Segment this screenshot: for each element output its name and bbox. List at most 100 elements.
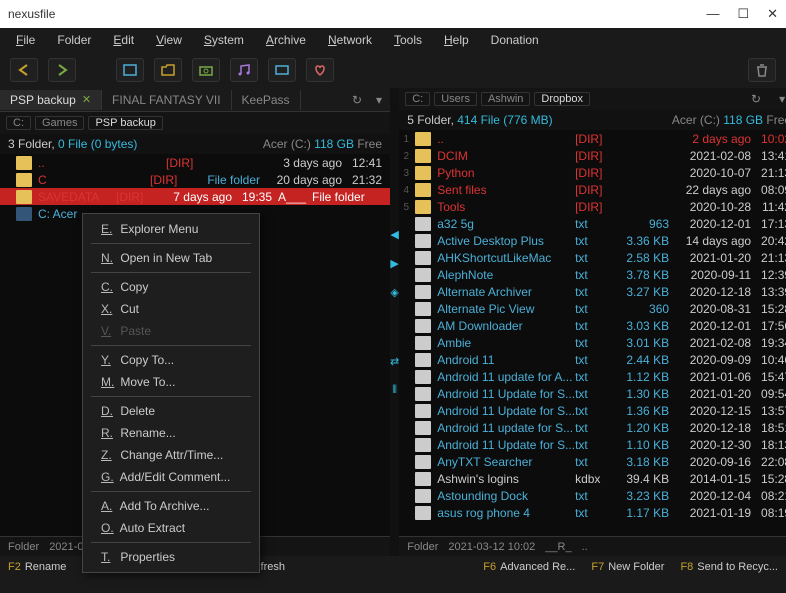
file-count: 0 File (0 bytes) xyxy=(58,137,137,151)
ctx-properties[interactable]: T. Properties xyxy=(83,546,259,568)
sync-left-icon[interactable]: ◀ xyxy=(390,228,398,241)
file-row[interactable]: asus rog phone 4txt1.17 KB2021-01-1908:1… xyxy=(399,504,786,521)
titlebar: nexusfile — ☐ ✕ xyxy=(0,0,786,28)
camera-icon[interactable] xyxy=(192,58,220,82)
ctx-delete[interactable]: D. Delete xyxy=(83,400,259,422)
right-breadcrumb: C: Users Ashwin Dropbox ↻ ▾ xyxy=(399,88,786,110)
file-row[interactable]: AnyTXT Searchertxt3.18 KB2020-09-1622:08 xyxy=(399,453,786,470)
bars-icon[interactable]: ⫴ xyxy=(392,384,397,397)
menu-file[interactable]: File xyxy=(6,31,45,49)
left-stats: 3 Folder, 0 File (0 bytes) Acer (C:) 118… xyxy=(0,134,390,154)
pane-separator[interactable]: ◀ ▶ ◈ ⇄ ⫴ xyxy=(390,88,399,556)
file-row[interactable]: AlephNotetxt3.78 KB2020-09-1112:39 xyxy=(399,266,786,283)
file-row[interactable]: ..[DIR]3 days ago12:41 xyxy=(0,154,390,171)
close-button[interactable]: ✕ xyxy=(767,6,778,22)
terminal-icon[interactable] xyxy=(116,58,144,82)
crumb[interactable]: Ashwin xyxy=(481,92,530,106)
crumb[interactable]: Games xyxy=(35,116,84,130)
file-row[interactable]: SAVEDATA[DIR]7 days ago19:35A___File fol… xyxy=(0,188,390,205)
file-row[interactable]: AM Downloadertxt3.03 KB2020-12-0117:56 xyxy=(399,317,786,334)
left-tabs: PSP backup✕FINAL FANTASY VIIKeePass ↻ ▾ xyxy=(0,88,390,112)
file-row[interactable]: Android 11 Update for S...txt1.36 KB2020… xyxy=(399,402,786,419)
ctx-cut[interactable]: X. Cut xyxy=(83,298,259,320)
menu-help[interactable]: Help xyxy=(434,31,479,49)
trash-icon[interactable] xyxy=(748,58,776,82)
right-pane: C: Users Ashwin Dropbox ↻ ▾ 5 Folder, 414 F… xyxy=(399,88,786,556)
fkey-f2[interactable]: F2Rename xyxy=(0,561,74,573)
menu-view[interactable]: View xyxy=(146,31,192,49)
ctx-rename-[interactable]: R. Rename... xyxy=(83,422,259,444)
ctx-paste: V. Paste xyxy=(83,320,259,342)
maximize-button[interactable]: ☐ xyxy=(737,6,749,22)
dropdown-icon[interactable]: ▾ xyxy=(771,92,786,106)
fkey-f6[interactable]: F6Advanced Re... xyxy=(475,561,583,573)
sync-right-icon[interactable]: ▶ xyxy=(390,257,398,270)
tab[interactable]: FINAL FANTASY VII xyxy=(102,90,231,110)
file-count: 414 File (776 MB) xyxy=(457,113,552,127)
menu-edit[interactable]: Edit xyxy=(103,31,144,49)
menu-system[interactable]: System xyxy=(194,31,254,49)
file-row[interactable]: Alternate Archivertxt3.27 KB2020-12-1813… xyxy=(399,283,786,300)
file-row[interactable]: ..[DIR]2 days ago10:02 xyxy=(399,130,786,147)
crumb[interactable]: C: xyxy=(6,116,31,130)
ctx-add-edit-comment-[interactable]: G. Add/Edit Comment... xyxy=(83,466,259,488)
ctx-add-to-archive-[interactable]: A. Add To Archive... xyxy=(83,495,259,517)
nav-back-button[interactable] xyxy=(10,58,38,82)
ctx-auto-extract[interactable]: O. Auto Extract xyxy=(83,517,259,539)
swap-icon[interactable]: ⇄ xyxy=(390,355,399,368)
menu-network[interactable]: Network xyxy=(318,31,382,49)
file-row[interactable]: Ashwin's loginskdbx39.4 KB2014-01-1515:2… xyxy=(399,470,786,487)
file-row[interactable]: Android 11 Update for S...txt1.30 KB2021… xyxy=(399,385,786,402)
crumb[interactable]: Users xyxy=(434,92,477,106)
heart-icon[interactable] xyxy=(306,58,334,82)
file-row[interactable]: Android 11 update for S...txt1.20 KB2020… xyxy=(399,419,786,436)
folder-icon[interactable] xyxy=(154,58,182,82)
file-row[interactable]: Android 11 Update for S...txt1.10 KB2020… xyxy=(399,436,786,453)
refresh-icon[interactable]: ↻ xyxy=(346,93,368,107)
file-row[interactable]: Active Desktop Plustxt3.36 KB14 days ago… xyxy=(399,232,786,249)
file-row[interactable]: C[DIR]File folder20 days ago21:32 xyxy=(0,171,390,188)
crumb[interactable]: PSP backup xyxy=(88,116,162,130)
file-row[interactable]: Ambietxt3.01 KB2021-02-0819:34 xyxy=(399,334,786,351)
dropdown-icon[interactable]: ▾ xyxy=(368,93,390,107)
file-row[interactable]: AHKShortcutLikeMactxt2.58 KB2021-01-2021… xyxy=(399,249,786,266)
ctx-copy[interactable]: C. Copy xyxy=(83,276,259,298)
ctx-move-to-[interactable]: M. Move To... xyxy=(83,371,259,393)
file-row[interactable]: Astounding Docktxt3.23 KB2020-12-0408:21 xyxy=(399,487,786,504)
sync-both-icon[interactable]: ◈ xyxy=(390,286,398,299)
file-row[interactable]: Tools[DIR]2020-10-2811:42 xyxy=(399,198,786,215)
file-row[interactable]: Android 11txt2.44 KB2020-09-0910:46 xyxy=(399,351,786,368)
tab-close-icon[interactable]: ✕ xyxy=(82,93,91,106)
ctx-explorer-menu[interactable]: E. Explorer Menu xyxy=(83,218,259,240)
free-space: 118 GB xyxy=(314,137,354,151)
menu-archive[interactable]: Archive xyxy=(256,31,316,49)
fkey-f8[interactable]: F8Send to Recyc... xyxy=(672,561,786,573)
nav-forward-button[interactable] xyxy=(48,58,76,82)
minimize-button[interactable]: — xyxy=(706,6,719,22)
menu-tools[interactable]: Tools xyxy=(384,31,432,49)
music-icon[interactable] xyxy=(230,58,258,82)
crumb[interactable]: Dropbox xyxy=(534,92,590,106)
file-row[interactable]: DCIM[DIR]2021-02-0813:41 xyxy=(399,147,786,164)
window-title: nexusfile xyxy=(8,7,706,21)
ctx-copy-to-[interactable]: Y. Copy To... xyxy=(83,349,259,371)
file-row[interactable]: a32 5gtxt9632020-12-0117:13 xyxy=(399,215,786,232)
file-row[interactable]: Android 11 update for A...txt1.12 KB2021… xyxy=(399,368,786,385)
app-icon[interactable] xyxy=(268,58,296,82)
right-filelist[interactable]: 12345..[DIR]2 days ago10:02DCIM[DIR]2021… xyxy=(399,130,786,536)
crumb[interactable]: C: xyxy=(405,92,430,106)
window-controls: — ☐ ✕ xyxy=(706,6,778,22)
tab[interactable]: KeePass xyxy=(232,90,301,110)
refresh-icon[interactable]: ↻ xyxy=(745,92,767,106)
context-menu[interactable]: E. Explorer Menu N. Open in New Tab C. Cop… xyxy=(82,213,260,573)
tab[interactable]: PSP backup✕ xyxy=(0,90,102,110)
ctx-open-in-new-tab[interactable]: N. Open in New Tab xyxy=(83,247,259,269)
menu-donation[interactable]: Donation xyxy=(481,31,549,49)
menu-folder[interactable]: Folder xyxy=(47,31,101,49)
file-row[interactable]: Sent files[DIR]22 days ago08:09 xyxy=(399,181,786,198)
file-row[interactable]: Alternate Pic Viewtxt3602020-08-3115:28 xyxy=(399,300,786,317)
ctx-change-attr-time-[interactable]: Z. Change Attr/Time... xyxy=(83,444,259,466)
right-stats: 5 Folder, 414 File (776 MB) Acer (C:) 11… xyxy=(399,110,786,130)
file-row[interactable]: Python[DIR]2020-10-0721:13 xyxy=(399,164,786,181)
fkey-f7[interactable]: F7New Folder xyxy=(583,561,672,573)
